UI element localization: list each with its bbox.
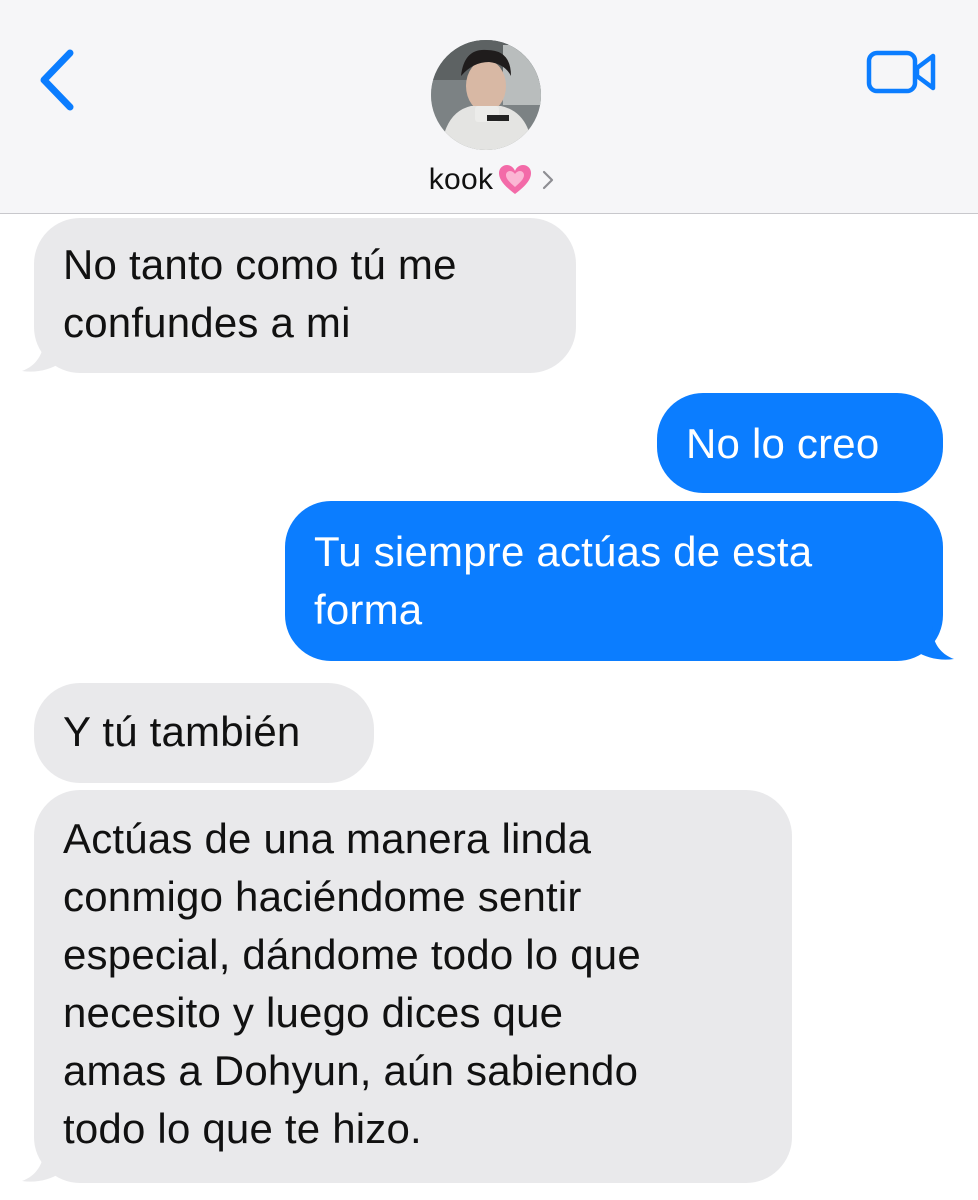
- chevron-left-icon: [40, 49, 74, 111]
- message-line: Tu siempre actúas de esta: [314, 528, 813, 575]
- message-line: Y tú también: [63, 708, 301, 755]
- message-line: forma: [314, 586, 423, 633]
- message-line: No lo creo: [686, 420, 880, 467]
- message-line: Actúas de una manera linda: [63, 815, 592, 862]
- bubble-tail-incoming: [22, 338, 60, 372]
- facetime-video-button[interactable]: [866, 48, 938, 96]
- contact-avatar[interactable]: [431, 40, 541, 150]
- back-button[interactable]: [30, 45, 90, 115]
- message-line: todo lo que te hizo.: [63, 1105, 422, 1152]
- message-line: especial, dándome todo lo que: [63, 931, 641, 978]
- chevron-right-icon: [543, 170, 554, 190]
- bubble-tail-outgoing: [916, 626, 954, 660]
- contact-name: kook: [428, 163, 494, 196]
- contact-details-row[interactable]: kook: [0, 163, 978, 203]
- message-bubble-incoming[interactable]: Actúas de una manera linda conmigo hacié…: [34, 790, 792, 1183]
- message-line: necesito y luego dices que: [63, 989, 564, 1036]
- video-camera-icon: [866, 50, 936, 94]
- growing-heart-icon: [499, 165, 532, 194]
- message-line: confundes a mi: [63, 299, 351, 346]
- bubble-tail-incoming: [22, 1148, 60, 1182]
- message-bubble-outgoing[interactable]: No lo creo: [657, 393, 943, 493]
- conversation-header: kook: [0, 0, 978, 214]
- message-line: amas a Dohyun, aún sabiendo: [63, 1047, 639, 1094]
- message-bubble-incoming[interactable]: Y tú también: [34, 683, 374, 783]
- message-bubble-incoming[interactable]: No tanto como tú me confundes a mi: [34, 218, 576, 373]
- message-line: conmigo haciéndome sentir: [63, 873, 582, 920]
- message-line: No tanto como tú me: [63, 241, 457, 288]
- message-bubble-outgoing[interactable]: Tu siempre actúas de esta forma: [285, 501, 943, 661]
